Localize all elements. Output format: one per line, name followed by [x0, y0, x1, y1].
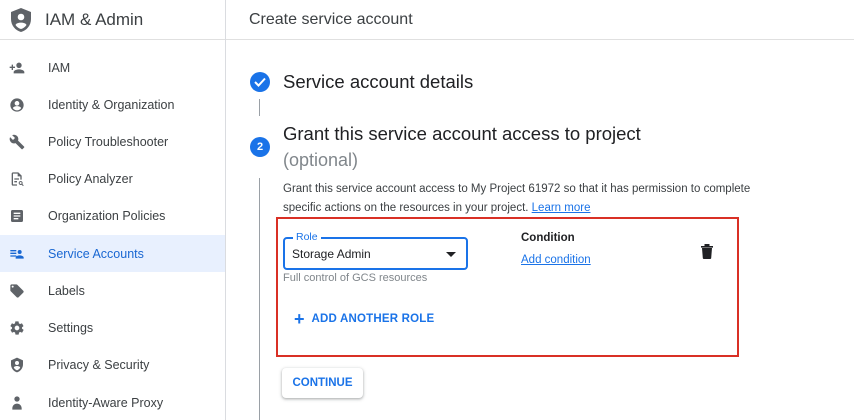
sidebar-item-label: Identity-Aware Proxy [48, 395, 164, 410]
role-selected-value: Storage Admin [292, 247, 371, 261]
sidebar-item-label: Service Accounts [48, 246, 144, 261]
step2-number-badge: 2 [250, 137, 270, 157]
sidebar-item-label: Identity & Organization [48, 97, 175, 112]
sidebar-item-policy-troubleshooter[interactable]: Policy Troubleshooter [0, 123, 225, 160]
iam-shield-logo-icon [0, 7, 40, 32]
add-role-label: ADD ANOTHER ROLE [311, 313, 435, 325]
role-description: Full control of GCS resources [283, 272, 428, 284]
sidebar-item-label: IAM [48, 60, 71, 75]
sidebar-item-settings[interactable]: Settings [0, 309, 225, 346]
role-select[interactable]: Role Storage Admin [283, 231, 468, 270]
wrench-icon [0, 134, 34, 150]
shield-icon [0, 357, 34, 373]
service-account-icon [0, 246, 34, 262]
document-search-icon [0, 171, 34, 187]
iap-icon [0, 395, 34, 411]
sidebar-item-policy-analyzer[interactable]: Policy Analyzer [0, 160, 225, 197]
sidebar-item-label: Policy Troubleshooter [48, 134, 169, 149]
page-title: Create service account [249, 10, 413, 28]
list-box-icon [0, 208, 34, 224]
learn-more-link[interactable]: Learn more [532, 202, 591, 214]
step-complete-check-icon [250, 72, 270, 92]
sidebar-item-label: Settings [48, 320, 94, 335]
sidebar-header: IAM & Admin [0, 0, 225, 40]
dropdown-arrow-icon [446, 252, 456, 257]
condition-label: Condition [521, 232, 575, 244]
description-text: Grant this service account access to My … [283, 183, 751, 214]
sidebar-item-labels[interactable]: Labels [0, 272, 225, 309]
continue-button[interactable]: CONTINUE [282, 368, 363, 398]
sidebar-item-label: Organization Policies [48, 208, 166, 223]
sidebar-item-organization-policies[interactable]: Organization Policies [0, 197, 225, 234]
app-title: IAM & Admin [45, 9, 144, 29]
account-circle-icon [0, 97, 34, 113]
sidebar-item-label: Policy Analyzer [48, 171, 133, 186]
sidebar: IAM & Admin IAM Identity & Organization … [0, 0, 226, 420]
step2-title: Grant this service account access to pro… [283, 123, 641, 144]
delete-role-icon[interactable] [700, 243, 714, 259]
label-icon [0, 283, 34, 299]
sidebar-item-identity-organization[interactable]: Identity & Organization [0, 86, 225, 123]
gear-icon [0, 320, 34, 336]
sidebar-item-privacy-security[interactable]: Privacy & Security [0, 346, 225, 383]
sidebar-item-service-accounts[interactable]: Service Accounts [0, 235, 225, 272]
step2-description: Grant this service account access to My … [283, 180, 753, 218]
sidebar-item-identity-aware-proxy[interactable]: Identity-Aware Proxy [0, 384, 225, 420]
step-connector [259, 178, 260, 420]
person-add-icon [0, 60, 34, 76]
step-connector [259, 99, 260, 116]
plus-icon: + [294, 309, 305, 329]
sidebar-item-label: Labels [48, 283, 85, 298]
main-content: Create service account Service account d… [226, 0, 854, 420]
add-condition-link[interactable]: Add condition [521, 254, 591, 266]
role-field-label: Role [293, 231, 321, 243]
step2-optional-label: (optional) [283, 150, 359, 170]
sidebar-item-iam[interactable]: IAM [0, 49, 225, 86]
step1-title[interactable]: Service account details [283, 71, 473, 93]
add-another-role-button[interactable]: + ADD ANOTHER ROLE [294, 310, 434, 328]
main-header: Create service account [226, 0, 854, 40]
sidebar-item-label: Privacy & Security [48, 357, 150, 372]
